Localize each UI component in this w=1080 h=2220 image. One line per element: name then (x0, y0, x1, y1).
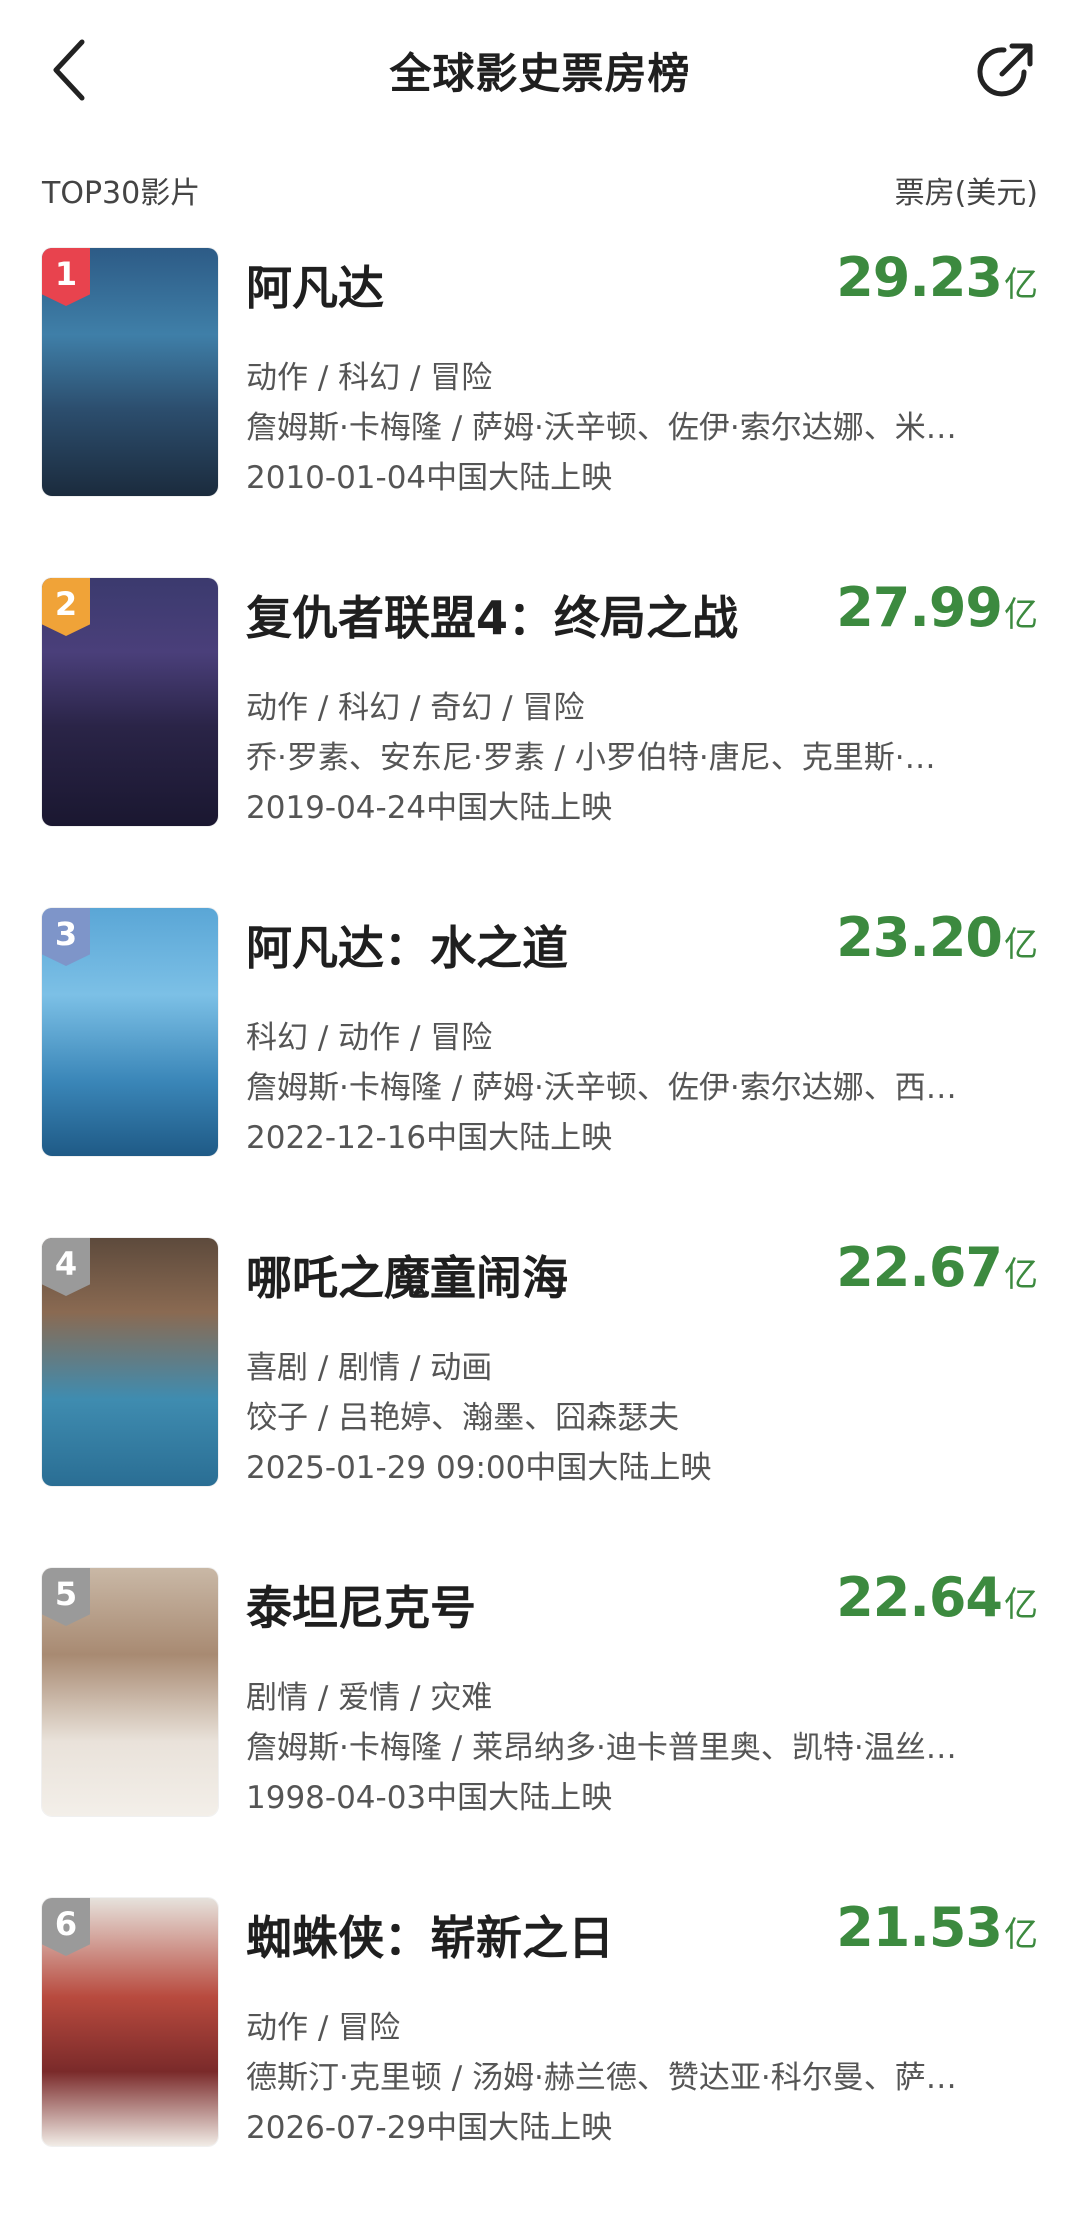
list-count-label: TOP30影片 (42, 176, 201, 211)
movie-cast: 饺子 / 吕艳婷、瀚墨、囧森瑟夫 (246, 1400, 680, 1436)
rank-badge: 4 (42, 1238, 90, 1296)
movie-title: 复仇者联盟4：终局之战 (246, 591, 739, 645)
box-office-value: 23.20 (836, 906, 1003, 969)
movie-cast: 乔·罗素、安东尼·罗素 / 小罗伯特·唐尼、克里斯·… (246, 740, 936, 776)
movie-row[interactable]: 2 复仇者联盟4：终局之战 27.99亿 动作 / 科幻 / 奇幻 / 冒险 乔… (0, 570, 1080, 900)
movie-row[interactable]: 6 蜘蛛侠：崭新之日 21.53亿 动作 / 冒险 德斯汀·克里顿 / 汤姆·赫… (0, 1890, 1080, 2220)
box-office: 21.53亿 (836, 1896, 1038, 1959)
movie-poster[interactable]: 1 (42, 248, 218, 496)
movie-title: 泰坦尼克号 (246, 1581, 476, 1635)
box-office: 22.64亿 (836, 1566, 1038, 1629)
movie-release: 2019-04-24中国大陆上映 (246, 790, 613, 826)
movie-cast: 詹姆斯·卡梅隆 / 萨姆·沃辛顿、佐伊·索尔达娜、西… (246, 1070, 957, 1106)
box-office-value: 27.99 (836, 576, 1003, 639)
movie-poster[interactable]: 3 (42, 908, 218, 1156)
movie-release: 2026-07-29中国大陆上映 (246, 2110, 613, 2146)
movie-poster[interactable]: 6 (42, 1898, 218, 2146)
page-title: 全球影史票房榜 (389, 49, 691, 98)
list-subheader: TOP30影片 票房(美元) (42, 168, 1038, 211)
movie-cast: 德斯汀·克里顿 / 汤姆·赫兰德、赞达亚·科尔曼、萨… (246, 2060, 957, 2096)
movie-title: 哪吒之魔童闹海 (246, 1251, 568, 1305)
movie-release: 1998-04-03中国大陆上映 (246, 1780, 613, 1816)
movie-genres: 动作 / 科幻 / 奇幻 / 冒险 (246, 690, 585, 726)
box-office-unit: 亿 (1004, 595, 1038, 635)
movie-cast: 詹姆斯·卡梅隆 / 莱昂纳多·迪卡普里奥、凯特·温丝… (246, 1730, 957, 1766)
box-office-value: 29.23 (836, 246, 1003, 309)
movie-list: 1 阿凡达 29.23亿 动作 / 科幻 / 冒险 詹姆斯·卡梅隆 / 萨姆·沃… (0, 240, 1080, 2220)
movie-row[interactable]: 3 阿凡达：水之道 23.20亿 科幻 / 动作 / 冒险 詹姆斯·卡梅隆 / … (0, 900, 1080, 1230)
box-office: 22.67亿 (836, 1236, 1038, 1299)
rank-badge: 5 (42, 1568, 90, 1626)
share-icon (977, 43, 1033, 97)
movie-release: 2022-12-16中国大陆上映 (246, 1120, 613, 1156)
rank-badge: 1 (42, 248, 90, 306)
box-office-unit: 亿 (1004, 1915, 1038, 1955)
movie-genres: 科幻 / 动作 / 冒险 (246, 1020, 493, 1056)
box-office-value: 22.64 (836, 1566, 1003, 1629)
box-office: 27.99亿 (836, 576, 1038, 639)
box-office-value: 21.53 (836, 1896, 1003, 1959)
box-office-value: 22.67 (836, 1236, 1003, 1299)
movie-row[interactable]: 5 泰坦尼克号 22.64亿 剧情 / 爱情 / 灾难 詹姆斯·卡梅隆 / 莱昂… (0, 1560, 1080, 1890)
rank-badge: 2 (42, 578, 90, 636)
rank-badge: 3 (42, 908, 90, 966)
box-office-unit: 亿 (1004, 1255, 1038, 1295)
movie-genres: 动作 / 科幻 / 冒险 (246, 360, 493, 396)
movie-genres: 剧情 / 爱情 / 灾难 (246, 1680, 493, 1716)
movie-release: 2010-01-04中国大陆上映 (246, 460, 613, 496)
movie-genres: 喜剧 / 剧情 / 动画 (246, 1350, 493, 1386)
movie-poster[interactable]: 2 (42, 578, 218, 826)
box-office: 29.23亿 (836, 246, 1038, 309)
movie-title: 阿凡达 (246, 261, 384, 315)
movie-cast: 詹姆斯·卡梅隆 / 萨姆·沃辛顿、佐伊·索尔达娜、米… (246, 410, 957, 446)
movie-release: 2025-01-29 09:00中国大陆上映 (246, 1450, 712, 1486)
movie-title: 蜘蛛侠：崭新之日 (246, 1911, 614, 1965)
box-office: 23.20亿 (836, 906, 1038, 969)
movie-row[interactable]: 1 阿凡达 29.23亿 动作 / 科幻 / 冒险 詹姆斯·卡梅隆 / 萨姆·沃… (0, 240, 1080, 570)
box-office-unit: 亿 (1004, 265, 1038, 305)
movie-poster[interactable]: 4 (42, 1238, 218, 1486)
box-office-unit-label: 票房(美元) (894, 176, 1038, 211)
movie-genres: 动作 / 冒险 (246, 2010, 401, 2046)
top-bar: 全球影史票房榜 (0, 0, 1080, 140)
box-office-unit: 亿 (1004, 1585, 1038, 1625)
rank-badge: 6 (42, 1898, 90, 1956)
movie-poster[interactable]: 5 (42, 1568, 218, 1816)
movie-row[interactable]: 4 哪吒之魔童闹海 22.67亿 喜剧 / 剧情 / 动画 饺子 / 吕艳婷、瀚… (0, 1230, 1080, 1560)
movie-title: 阿凡达：水之道 (246, 921, 568, 975)
share-button[interactable] (972, 36, 1040, 104)
box-office-unit: 亿 (1004, 925, 1038, 965)
